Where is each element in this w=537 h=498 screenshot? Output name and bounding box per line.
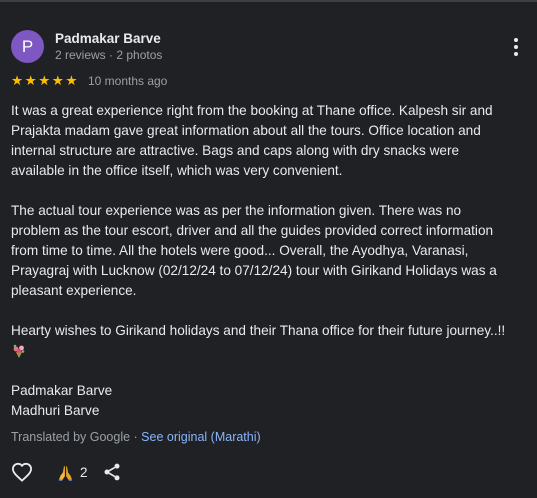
signature: Padmakar Barve Madhuri Barve xyxy=(11,381,531,421)
text-line: available in the office itself, which wa… xyxy=(11,163,343,178)
text-line: pleasant experience. xyxy=(11,283,137,298)
star-rating: ★ ★ ★ ★ ★ xyxy=(11,73,79,89)
text-line: The actual tour experience was as per th… xyxy=(11,203,462,218)
separator: · xyxy=(130,430,142,444)
star-icon: ★ xyxy=(11,73,24,88)
review-paragraph: It was a great experience right from the… xyxy=(11,101,531,181)
text-line: Prajakta madam gave great information ab… xyxy=(11,123,481,138)
top-divider xyxy=(0,0,537,2)
reviewer-meta: 2 reviews · 2 photos xyxy=(55,48,163,62)
star-icon: ★ xyxy=(38,73,51,88)
star-icon: ★ xyxy=(51,73,64,88)
more-options-icon[interactable] xyxy=(505,36,527,58)
bouquet-emoji-icon xyxy=(13,344,25,358)
signature-line: Madhuri Barve xyxy=(11,403,100,418)
avatar[interactable]: P xyxy=(11,30,44,63)
review-date: 10 months ago xyxy=(87,74,168,88)
review-actions: 2 xyxy=(11,462,122,482)
translated-by-label: Translated by Google xyxy=(11,430,131,444)
text-line: from time to time. All the hotels were g… xyxy=(11,243,469,258)
review-header: P Padmakar Barve 2 reviews · 2 photos xyxy=(11,30,162,63)
text-line: internal structure are attractive. Bags … xyxy=(11,143,460,158)
translation-notice: Translated by Google · See original (Mar… xyxy=(11,430,261,444)
text-line: It was a great experience right from the… xyxy=(11,103,493,118)
text-line: problem as the tour escort, driver and a… xyxy=(11,223,494,238)
review-text: It was a great experience right from the… xyxy=(11,101,531,421)
reaction-button[interactable]: 2 xyxy=(57,464,88,481)
text-line: Prayagraj with Lucknow (02/12/24 to 07/1… xyxy=(11,263,497,278)
heart-icon[interactable] xyxy=(11,462,33,482)
reaction-count: 2 xyxy=(80,464,88,480)
folded-hands-icon xyxy=(58,465,73,481)
text-line: Hearty wishes to Girikand holidays and t… xyxy=(11,323,506,338)
review-paragraph: Hearty wishes to Girikand holidays and t… xyxy=(11,321,531,361)
reviewer-info: Padmakar Barve 2 reviews · 2 photos xyxy=(55,30,162,63)
signature-line: Padmakar Barve xyxy=(11,383,113,398)
share-icon[interactable] xyxy=(102,462,122,482)
rating-row: ★ ★ ★ ★ ★ 10 months ago xyxy=(11,73,167,89)
reviewer-name[interactable]: Padmakar Barve xyxy=(55,30,162,47)
review-paragraph: The actual tour experience was as per th… xyxy=(11,201,531,301)
star-icon: ★ xyxy=(24,73,37,88)
see-original-link[interactable]: See original (Marathi) xyxy=(141,430,261,444)
star-icon: ★ xyxy=(65,73,78,88)
